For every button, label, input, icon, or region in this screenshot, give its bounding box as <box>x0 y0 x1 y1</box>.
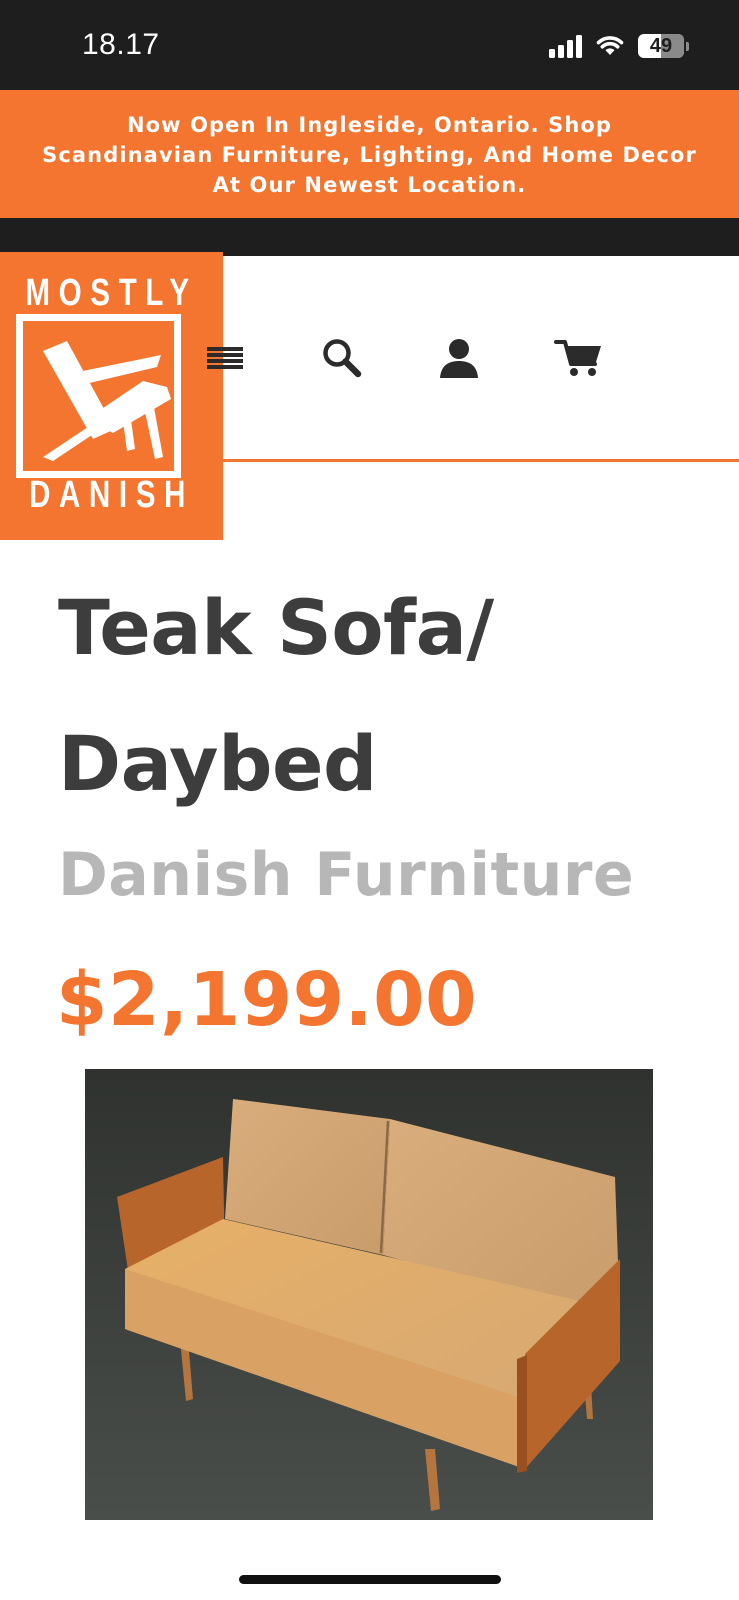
product-image[interactable] <box>85 1069 653 1520</box>
status-icons: 49 <box>549 34 689 58</box>
promo-line-2: Scandinavian Furniture, Lighting, And Ho… <box>42 143 697 167</box>
menu-icon[interactable] <box>205 336 245 380</box>
promo-line-3: At Our Newest Location. <box>212 173 527 197</box>
home-indicator[interactable] <box>239 1575 501 1584</box>
battery-level: 49 <box>649 34 673 57</box>
cart-icon[interactable] <box>553 336 605 380</box>
promo-banner[interactable]: Now Open In Ingleside, Ontario. Shop Sca… <box>0 90 739 218</box>
promo-line-1: Now Open In Ingleside, Ontario. Shop <box>126 113 613 137</box>
header-top-strip <box>0 218 739 256</box>
status-bar: 18.17 49 <box>0 0 739 90</box>
product-category[interactable]: Danish Furniture <box>58 840 634 910</box>
product-title: Teak Sofa/ Daybed <box>58 560 698 832</box>
site-logo[interactable]: MOSTLY DANISH <box>0 252 223 540</box>
product-title-line-1: Teak Sofa/ <box>58 583 494 672</box>
wifi-icon <box>596 36 624 55</box>
logo-frame <box>16 314 181 478</box>
signal-icon <box>549 34 582 58</box>
product-title-line-2: Daybed <box>58 719 377 808</box>
battery-icon: 49 <box>638 34 689 58</box>
logo-bottom-word: DANISH <box>28 474 195 516</box>
header-divider <box>223 459 739 462</box>
search-icon[interactable] <box>320 336 364 380</box>
product-price: $2,199.00 <box>56 957 478 1043</box>
logo-top-word: MOSTLY <box>25 272 198 314</box>
account-icon[interactable] <box>436 336 482 380</box>
chair-icon <box>43 341 171 461</box>
status-time: 18.17 <box>82 28 160 61</box>
